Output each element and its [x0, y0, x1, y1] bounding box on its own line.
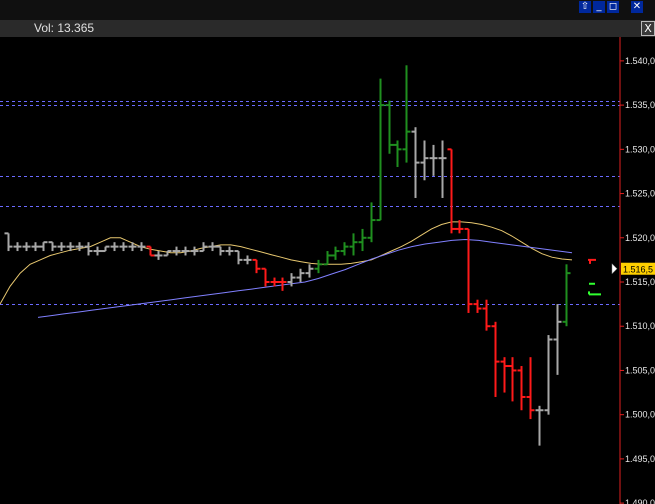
ohlc-bar — [119, 242, 128, 252]
minimize-button[interactable]: _ — [593, 1, 605, 13]
ohlc-bar — [544, 335, 553, 415]
ohlc-bar — [464, 227, 473, 313]
volume-readout: Vol: 13.365 — [34, 21, 94, 35]
projection-marker-green-2 — [588, 291, 601, 296]
ohlc-bar — [473, 299, 482, 313]
ohlc-bar — [349, 233, 358, 256]
ohlc-bar — [376, 78, 385, 222]
ohlc-bar — [411, 127, 420, 198]
ohlc-bar — [146, 245, 155, 257]
restore-button[interactable]: ◻ — [607, 1, 619, 13]
axis-tick-label: 1.530,0 — [625, 144, 655, 154]
ohlc-bar — [323, 251, 332, 266]
axis-tick-label: 1.515,0 — [625, 277, 655, 287]
ohlc-bar — [225, 246, 234, 256]
ohlc-bar — [172, 246, 181, 256]
ohlc-bar — [261, 267, 270, 287]
price-chart[interactable]: 1.540,0 1.535,0 1.530,0 1.525,0 1.520,0 1.515… — [0, 37, 655, 504]
moving-average-fast — [0, 221, 573, 305]
moving-average-slow — [37, 238, 573, 318]
ohlc-bar — [22, 242, 31, 252]
ohlc-bar — [243, 255, 252, 265]
close-window-button[interactable]: ✕ — [631, 1, 643, 13]
ohlc-bar — [234, 250, 243, 265]
ohlc-bar — [128, 242, 137, 252]
ohlc-bar — [500, 357, 509, 393]
ohlc-bar — [208, 242, 217, 252]
ohlc-bar — [93, 246, 102, 256]
last-bar-markers — [588, 258, 601, 296]
ohlc-bar — [305, 264, 314, 278]
ohlc-bar — [429, 144, 438, 176]
ohlc-bar — [4, 232, 13, 252]
ohlc-bar — [447, 148, 456, 234]
axis-tick-label: 1.520,0 — [625, 233, 655, 243]
ohlc-bar — [75, 242, 84, 252]
current-price-label: 1.516,5 — [623, 265, 653, 275]
ohlc-bar — [13, 242, 22, 252]
ohlc-bar — [39, 241, 48, 252]
ohlc-bar — [110, 242, 119, 252]
axis-tick-label: 1.535,0 — [625, 100, 655, 110]
ohlc-bar — [482, 299, 491, 331]
title-bar: ⇧ _ ◻ ✕ — [0, 0, 655, 20]
ohlc-bar — [393, 140, 402, 168]
ohlc-bar — [526, 357, 535, 420]
volume-label: Vol: — [34, 21, 55, 35]
axis-tick-label: 1.500,0 — [625, 410, 655, 420]
ohlc-bar — [340, 242, 349, 256]
ohlc-bar — [84, 242, 93, 256]
ohlc-bars — [4, 65, 571, 446]
ohlc-bar — [57, 242, 66, 252]
ohlc-bar — [101, 245, 110, 253]
current-price-tag: 1.516,5 — [611, 262, 655, 275]
ohlc-bar — [154, 251, 163, 260]
ohlc-bar — [367, 202, 376, 243]
ohlc-bar — [535, 405, 544, 446]
chart-window: ⇧ _ ◻ ✕ Vol: 13.365 X 1.540,0 1.535,0 1.53… — [0, 0, 655, 504]
ohlc-bar — [137, 242, 146, 252]
ohlc-bar — [517, 366, 526, 411]
ohlc-bar — [438, 140, 447, 198]
ohlc-bar — [562, 264, 571, 327]
projection-marker-red — [588, 258, 596, 264]
price-axis: 1.540,0 1.535,0 1.530,0 1.525,0 1.520,0 1.515… — [620, 56, 655, 504]
volume-value: 13.365 — [57, 21, 95, 35]
ohlc-bar — [270, 277, 279, 287]
ohlc-bar — [31, 242, 40, 252]
ohlc-bar — [48, 241, 57, 252]
ohlc-bar — [508, 357, 517, 402]
ohlc-bar — [190, 246, 199, 256]
axis-tick-label: 1.510,0 — [625, 321, 655, 331]
ohlc-bar — [296, 268, 305, 282]
ohlc-bar — [358, 228, 367, 252]
ohlc-bar — [314, 259, 323, 274]
axis-tick-label: 1.490,0 — [625, 498, 655, 504]
axis-tick-label: 1.505,0 — [625, 365, 655, 375]
ohlc-bar — [385, 100, 394, 154]
ohlc-bar — [181, 246, 190, 256]
ohlc-bar — [331, 246, 340, 260]
axis-tick-label: 1.540,0 — [625, 56, 655, 66]
price-pointer-icon — [611, 263, 618, 275]
menu-arrow-icon[interactable]: ⇧ — [579, 1, 591, 13]
ohlc-bar — [216, 245, 225, 256]
ohlc-bar — [199, 242, 208, 253]
ohlc-bar — [402, 65, 411, 163]
ohlc-bar — [553, 304, 562, 375]
panel-close-button[interactable]: X — [641, 21, 655, 36]
axis-tick-label: 1.495,0 — [625, 454, 655, 464]
axis-tick-label: 1.525,0 — [625, 189, 655, 199]
ohlc-bar — [491, 321, 500, 397]
ohlc-bar — [252, 258, 261, 274]
ohlc-bar — [420, 140, 429, 181]
volume-panel-header: Vol: 13.365 X — [0, 20, 655, 37]
